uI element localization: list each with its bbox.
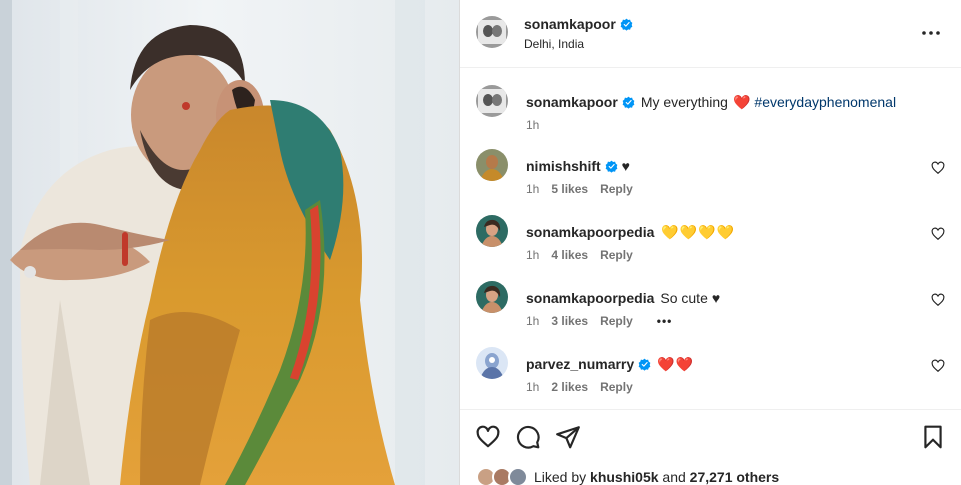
post-actions-bar	[460, 422, 961, 454]
caption-hashtag[interactable]: #everydayphenomenal	[754, 93, 896, 111]
verified-badge-icon	[622, 96, 635, 109]
author-username[interactable]: sonamkapoor	[524, 16, 616, 32]
liker-avatars[interactable]	[476, 467, 528, 485]
comment-bubble-icon[interactable]	[515, 424, 541, 450]
comment-meta: 1h 4 likes Reply	[526, 248, 633, 262]
liked-by-prefix: Liked by	[534, 469, 587, 485]
caption-username[interactable]: sonamkapoor	[526, 93, 618, 111]
comments-list[interactable]: sonamkapoor My everything ❤️ #everydayph…	[460, 69, 961, 409]
comment-line: parvez_numarry ❤️❤️	[526, 355, 694, 373]
liked-by-user[interactable]: khushi05k	[590, 469, 658, 485]
heart-outline-icon[interactable]	[931, 227, 945, 241]
caption-line: sonamkapoor My everything ❤️ #everydayph…	[526, 93, 896, 111]
caption-text: My everything	[640, 94, 728, 110]
liked-by-others[interactable]: 27,271 others	[690, 469, 780, 485]
verified-badge-icon	[620, 18, 633, 31]
comment-row: parvez_numarry ❤️❤️ 1h 2 likes Reply	[460, 347, 961, 403]
comment-meta: 1h 2 likes Reply	[526, 380, 633, 394]
liked-by-and: and	[662, 469, 686, 485]
caption-row: sonamkapoor My everything ❤️ #everydayph…	[460, 85, 961, 141]
reply-button[interactable]: Reply	[600, 314, 633, 328]
send-paper-plane-icon[interactable]	[555, 424, 581, 450]
likes-summary: Liked by khushi05k and 27,271 others	[476, 466, 779, 485]
author-avatar[interactable]	[476, 16, 508, 48]
caption-time[interactable]: 1h	[526, 118, 539, 132]
comment-username[interactable]: nimishshift	[526, 157, 601, 175]
comment-likes[interactable]: 5 likes	[551, 182, 588, 196]
black-heart-emoji: ♥	[711, 290, 721, 306]
comment-likes[interactable]: 3 likes	[551, 314, 588, 328]
commenter-avatar[interactable]	[476, 215, 508, 247]
post-photo[interactable]	[0, 0, 459, 485]
comment-username[interactable]: sonamkapoorpedia	[526, 289, 654, 307]
commenter-avatar[interactable]	[476, 149, 508, 181]
post-header: sonamkapoor Delhi, India	[460, 0, 961, 68]
post-detail-pane: sonamkapoor Delhi, India sonamkapoor My …	[460, 0, 961, 485]
heart-outline-icon[interactable]	[475, 424, 501, 450]
reply-button[interactable]: Reply	[600, 248, 633, 262]
commenter-avatar[interactable]	[476, 281, 508, 313]
reply-button[interactable]: Reply	[600, 182, 633, 196]
comment-time[interactable]: 1h	[526, 314, 539, 328]
red-heart-emoji: ❤️	[732, 94, 751, 110]
author-username-row[interactable]: sonamkapoor	[524, 16, 633, 32]
comment-meta: 1h 5 likes Reply	[526, 182, 633, 196]
verified-badge-icon	[605, 160, 618, 173]
comment-likes[interactable]: 4 likes	[551, 248, 588, 262]
black-heart-emoji: ♥	[621, 158, 630, 174]
red-hearts-emoji: ❤️❤️	[657, 356, 695, 372]
more-horizontal-icon	[922, 31, 940, 35]
more-options-button[interactable]	[919, 24, 943, 42]
heart-outline-icon[interactable]	[931, 161, 945, 175]
comment-line: nimishshift ♥	[526, 157, 630, 175]
comment-text: So cute	[660, 290, 708, 306]
comment-line: sonamkapoorpedia So cute ♥	[526, 289, 720, 307]
caption-meta: 1h	[526, 118, 539, 132]
comment-username[interactable]: sonamkapoorpedia	[526, 223, 654, 241]
comment-row: sonamkapoorpedia 💛💛💛💛 1h 4 likes Reply	[460, 215, 961, 271]
caption-author-avatar[interactable]	[476, 85, 508, 117]
comment-meta: 1h 3 likes Reply •••	[526, 314, 672, 328]
comment-time[interactable]: 1h	[526, 182, 539, 196]
bookmark-icon[interactable]	[920, 424, 946, 450]
heart-outline-icon[interactable]	[931, 293, 945, 307]
comment-row: nimishshift ♥ 1h 5 likes Reply	[460, 149, 961, 205]
couple-embrace-image	[0, 0, 459, 485]
comment-row: sonamkapoorpedia So cute ♥ 1h 3 likes Re…	[460, 281, 961, 337]
comment-line: sonamkapoorpedia 💛💛💛💛	[526, 223, 735, 241]
comment-username[interactable]: parvez_numarry	[526, 355, 634, 373]
comment-time[interactable]: 1h	[526, 380, 539, 394]
reply-button[interactable]: Reply	[600, 380, 633, 394]
heart-outline-icon[interactable]	[931, 359, 945, 373]
comment-time[interactable]: 1h	[526, 248, 539, 262]
post-location[interactable]: Delhi, India	[524, 37, 584, 51]
yellow-hearts-emoji: 💛💛💛💛	[661, 224, 736, 240]
verified-badge-icon	[638, 358, 651, 371]
comment-more-button[interactable]: •••	[657, 314, 673, 328]
liker-avatar	[508, 467, 528, 485]
actions-divider	[460, 409, 961, 410]
comment-likes[interactable]: 2 likes	[551, 380, 588, 394]
commenter-avatar[interactable]	[476, 347, 508, 379]
